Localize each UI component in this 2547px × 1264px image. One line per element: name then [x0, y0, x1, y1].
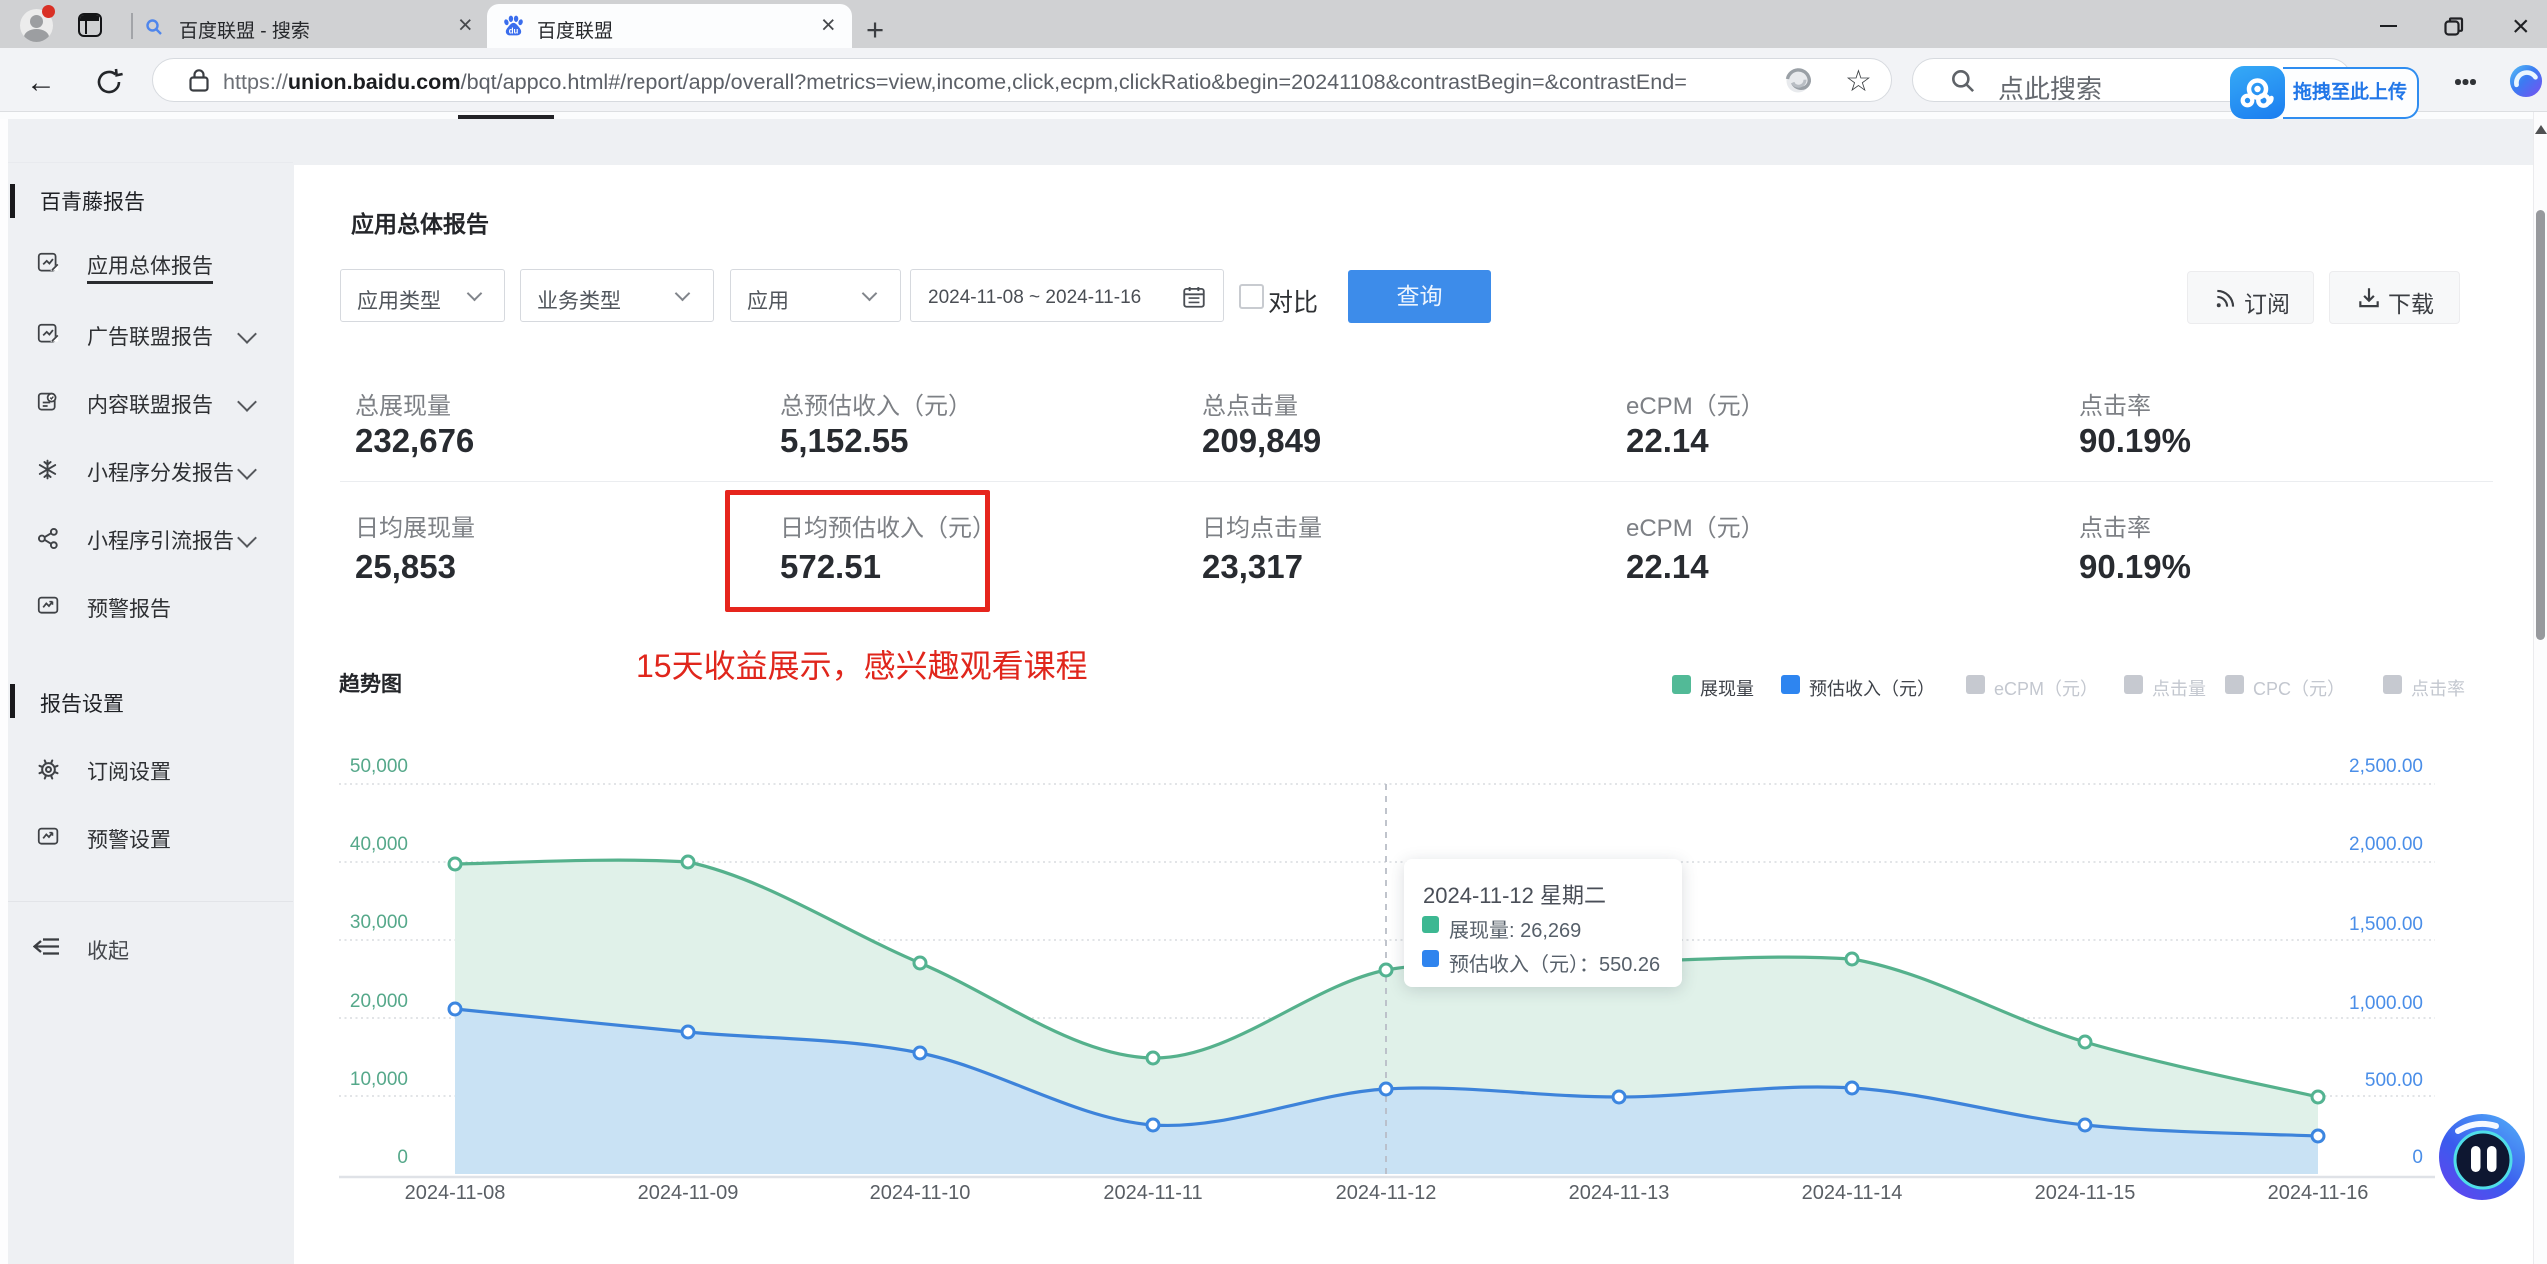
svg-text:500.00: 500.00 — [2365, 1070, 2423, 1091]
svg-text:2024-11-14: 2024-11-14 — [1802, 1182, 1903, 1204]
svg-text:0: 0 — [2412, 1147, 2423, 1168]
svg-text:2024-11-13: 2024-11-13 — [1569, 1182, 1670, 1204]
svg-text:0: 0 — [397, 1147, 408, 1168]
svg-text:30,000: 30,000 — [350, 912, 408, 933]
svg-text:40,000: 40,000 — [350, 834, 408, 855]
svg-text:1,500.00: 1,500.00 — [2349, 914, 2423, 935]
svg-text:2,500.00: 2,500.00 — [2349, 756, 2423, 777]
svg-text:2024-11-08: 2024-11-08 — [405, 1182, 506, 1204]
svg-text:1,000.00: 1,000.00 — [2349, 993, 2423, 1014]
svg-text:2024-11-15: 2024-11-15 — [2035, 1182, 2136, 1204]
svg-text:10,000: 10,000 — [350, 1069, 408, 1090]
svg-text:2024-11-10: 2024-11-10 — [870, 1182, 971, 1204]
svg-text:2024-11-12: 2024-11-12 — [1336, 1182, 1437, 1204]
svg-text:2024-11-11: 2024-11-11 — [1103, 1182, 1202, 1204]
svg-text:20,000: 20,000 — [350, 991, 408, 1012]
svg-text:2,000.00: 2,000.00 — [2349, 834, 2423, 855]
svg-text:2024-11-16: 2024-11-16 — [2268, 1182, 2369, 1204]
svg-text:50,000: 50,000 — [350, 756, 408, 777]
svg-text:2024-11-09: 2024-11-09 — [638, 1182, 739, 1204]
